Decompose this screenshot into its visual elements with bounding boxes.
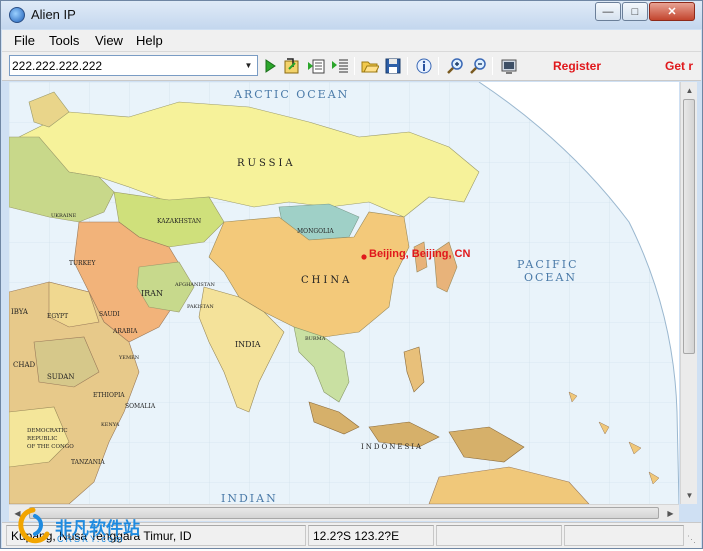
vertical-scroll-thumb[interactable]	[683, 99, 695, 354]
country-label-mongolia: MONGOLIA	[297, 228, 334, 235]
menu-file[interactable]: File	[14, 33, 35, 48]
country-label-india: INDIA	[235, 340, 261, 349]
title-bar[interactable]: Alien IP — □ ✕	[1, 1, 702, 29]
country-label-somalia: SOMALIA	[125, 403, 156, 410]
ocean-label-pacific-2: OCEAN	[524, 271, 577, 284]
watermark-subtext: CRSKY.com	[57, 534, 125, 544]
go-button[interactable]	[260, 56, 280, 76]
save-button[interactable]	[383, 56, 403, 76]
open-icon	[361, 61, 379, 73]
country-label-afghanistan: AFGHANISTAN	[174, 282, 215, 288]
menu-bar: File Tools View Help	[2, 30, 701, 52]
menu-view[interactable]: View	[95, 33, 123, 48]
toolbar-separator	[354, 57, 355, 75]
app-globe-icon	[9, 7, 25, 23]
country-label-pakistan: PAKISTAN	[187, 304, 214, 310]
country-label-egypt: EGYPT	[47, 313, 68, 320]
go-icon	[265, 59, 276, 73]
ip-combobox[interactable]: ▼	[9, 55, 258, 76]
open-button[interactable]	[360, 56, 380, 76]
country-label-turkey: TURKEY	[69, 260, 96, 267]
country-label-indonesia: INDONESIA	[361, 443, 423, 451]
country-label-russia: RUSSIA	[237, 158, 296, 169]
watermark-logo: 非凡软件站 CRSKY.com	[13, 506, 163, 546]
country-label-arabia: ARABIA	[112, 328, 138, 335]
country-label-congo-3: OF THE CONGO	[27, 444, 74, 450]
vertical-scrollbar[interactable]: ▲ ▼	[680, 82, 697, 504]
toolbar-separator	[438, 57, 439, 75]
country-label-saudi: SAUDI	[99, 311, 120, 318]
toolbar-separator	[492, 57, 493, 75]
country-label-china: CHINA	[301, 275, 352, 286]
scroll-right-icon[interactable]: ▶	[662, 505, 679, 522]
ocean-label-pacific: PACIFIC	[517, 258, 579, 271]
toolbar-separator	[407, 57, 408, 75]
window-title: Alien IP	[31, 7, 76, 22]
country-label-ukraine: UKRAINE	[51, 213, 77, 219]
zoom-out-icon	[470, 58, 486, 74]
trace-icon	[308, 59, 325, 74]
country-label-sudan: SUDAN	[47, 373, 75, 381]
country-label-kenya: KENYA	[101, 422, 120, 428]
locate-button[interactable]	[282, 56, 302, 76]
status-panel-empty-2	[564, 525, 684, 546]
country-label-chad: CHAD	[13, 361, 36, 369]
world-map[interactable]: ARCTIC OCEAN PACIFIC OCEAN INDIAN RUSSIA…	[9, 82, 679, 504]
locate-icon	[284, 58, 299, 74]
zoom-in-icon	[447, 58, 463, 74]
info-icon	[416, 58, 432, 74]
country-label-kazakhstan: KAZAKHSTAN	[157, 218, 201, 225]
get-link[interactable]: Get r	[665, 59, 693, 73]
status-coordinates: 12.2?S 123.2?E	[308, 525, 434, 546]
minimize-icon: —	[602, 5, 614, 18]
menu-tools[interactable]: Tools	[49, 33, 79, 48]
close-button[interactable]: ✕	[649, 2, 695, 21]
country-label-tanzania: TANZANIA	[71, 459, 105, 466]
country-label-yemen: YEMEN	[118, 355, 140, 361]
zoom-in-button[interactable]	[445, 56, 465, 76]
minimize-button[interactable]: —	[595, 2, 621, 21]
close-icon: ✕	[667, 6, 677, 18]
map-view[interactable]: ARCTIC OCEAN PACIFIC OCEAN INDIAN RUSSIA…	[9, 82, 679, 504]
menu-help[interactable]: Help	[136, 33, 163, 48]
country-label-congo-2: REPUBLIC	[27, 436, 57, 442]
country-label-iran: IRAN	[141, 289, 163, 298]
app-window: Alien IP — □ ✕ File Tools View Help ▼	[0, 0, 703, 549]
status-panel-empty	[436, 525, 562, 546]
chevron-down-icon[interactable]: ▼	[240, 56, 257, 75]
maximize-icon: □	[631, 5, 639, 18]
save-icon	[385, 58, 401, 74]
maximize-button[interactable]: □	[622, 2, 648, 21]
country-label-burma: BURMA	[305, 336, 326, 342]
screen-button[interactable]	[499, 56, 519, 76]
country-label-congo-1: DEMOCRATIC	[27, 428, 68, 434]
toolbar: ▼	[2, 52, 701, 81]
scroll-up-icon[interactable]: ▲	[681, 82, 698, 99]
ocean-label-arctic: ARCTIC OCEAN	[233, 88, 349, 101]
scroll-down-icon[interactable]: ▼	[681, 487, 698, 504]
country-label-libya: IBYA	[11, 308, 29, 316]
ip-input[interactable]	[12, 57, 238, 74]
list-icon	[332, 59, 348, 73]
ocean-label-indian: INDIAN	[221, 492, 278, 504]
country-label-ethiopia: ETHIOPIA	[93, 392, 125, 399]
zoom-out-button[interactable]	[468, 56, 488, 76]
info-button[interactable]	[414, 56, 434, 76]
watermark-swirl-icon	[18, 507, 50, 544]
marker-label: Beijing, Beijing, CN	[369, 248, 471, 260]
location-marker[interactable]	[361, 254, 367, 260]
trace-button[interactable]	[306, 56, 326, 76]
screen-icon	[501, 59, 517, 74]
resize-grip-icon[interactable]: ⋱	[687, 534, 699, 546]
list-button[interactable]	[330, 56, 350, 76]
register-link[interactable]: Register	[553, 59, 601, 73]
